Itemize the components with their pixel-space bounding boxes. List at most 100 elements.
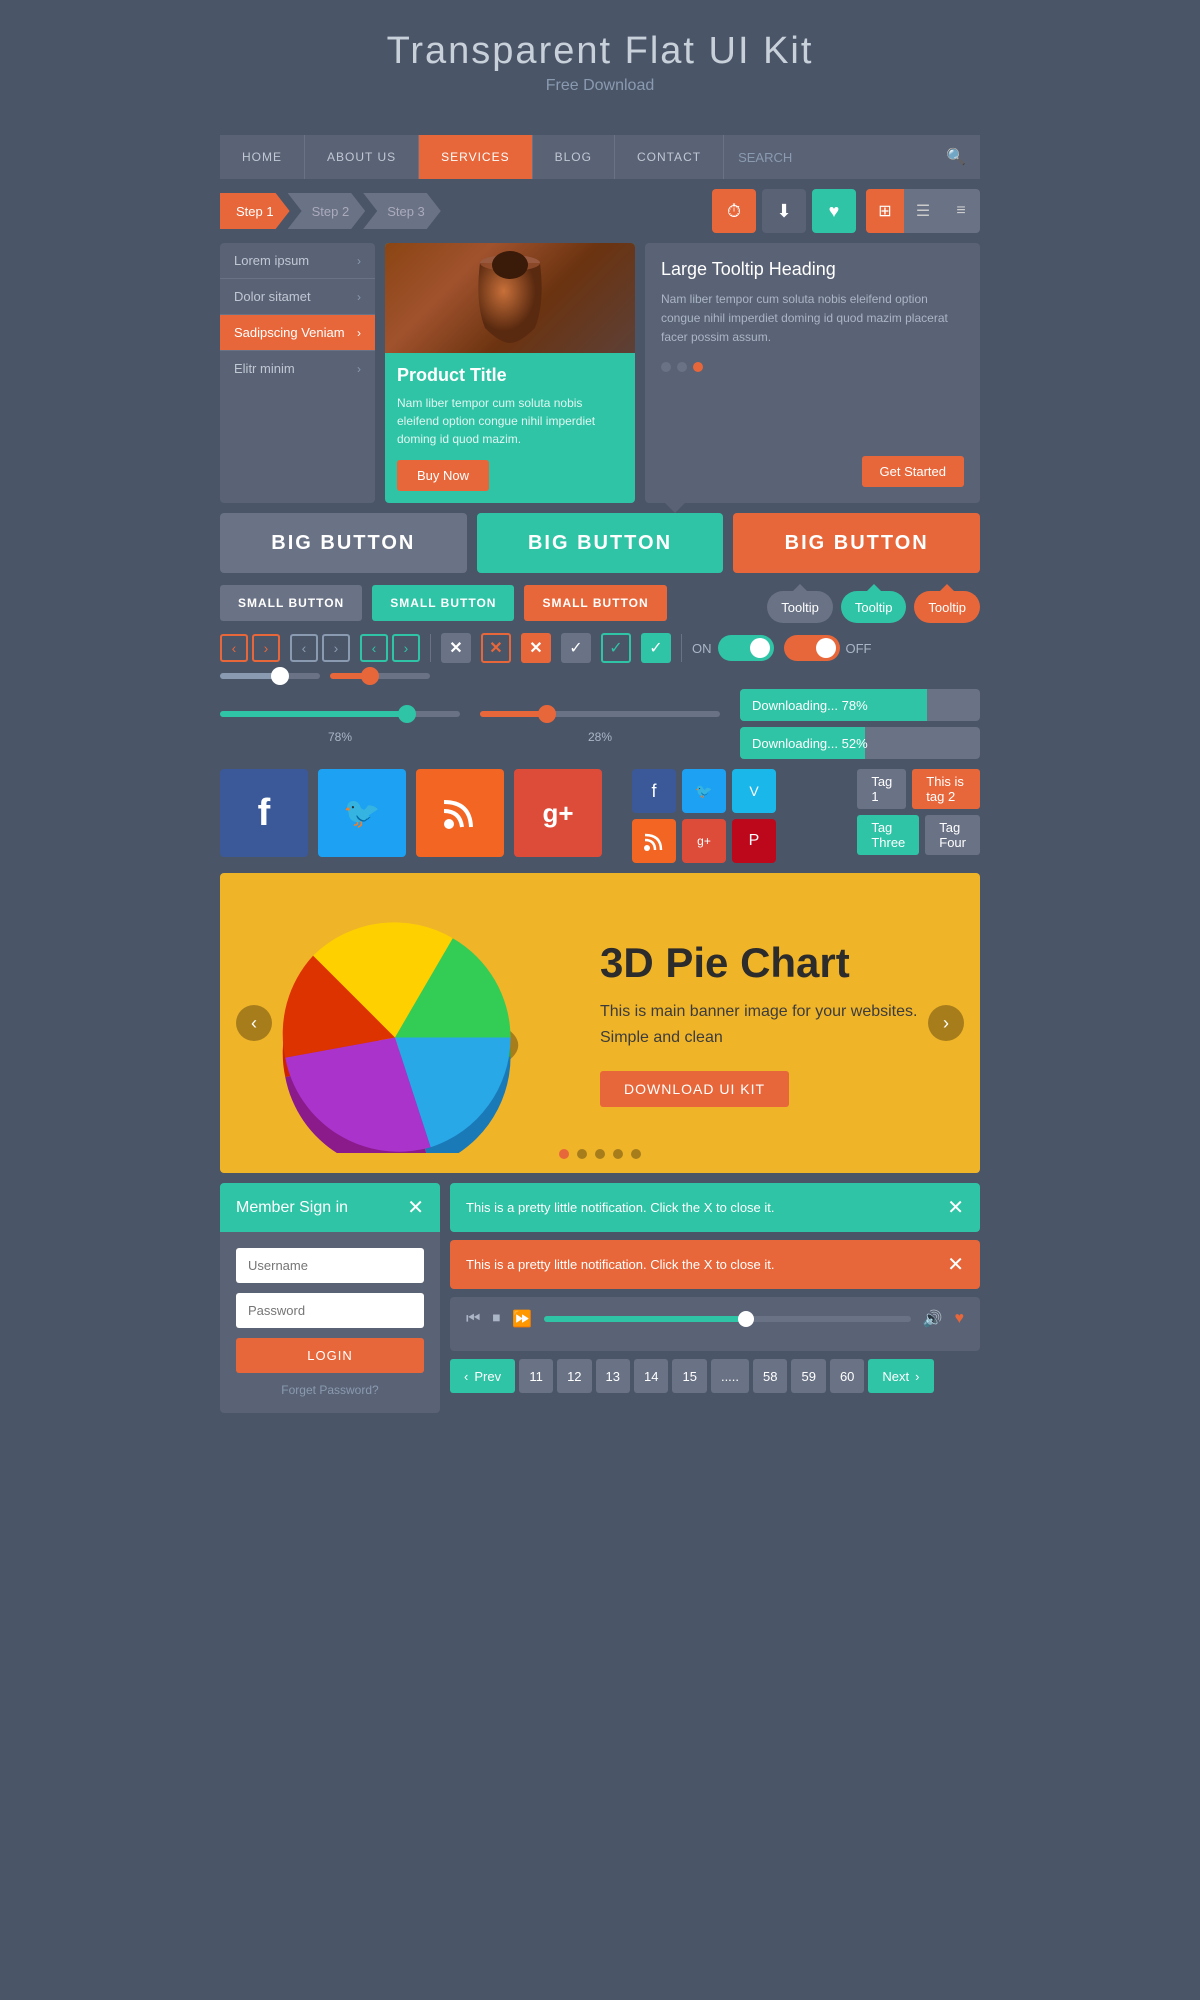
download-kit-button[interactable]: DOWNLOAD UI KIT: [600, 1071, 789, 1107]
nav-services[interactable]: SERVICES: [419, 135, 532, 179]
media-progress-bar[interactable]: [544, 1316, 910, 1322]
arrow-left-orange[interactable]: ‹: [220, 634, 248, 662]
tooltip-chip-teal[interactable]: Tooltip: [841, 591, 907, 623]
page-15[interactable]: 15: [672, 1359, 706, 1393]
nav-blog[interactable]: BLOG: [533, 135, 615, 179]
slider-orange-track[interactable]: [480, 711, 720, 717]
page-14[interactable]: 14: [634, 1359, 668, 1393]
small-button-teal[interactable]: SMALL BUTTON: [372, 585, 514, 621]
small-button-gray[interactable]: SMALL BUTTON: [220, 585, 362, 621]
orange-notification-close[interactable]: ✕: [947, 1252, 964, 1277]
page-59[interactable]: 59: [791, 1359, 825, 1393]
prev-btn[interactable]: ‹ Prev: [450, 1359, 515, 1393]
play-btn[interactable]: ⏩: [512, 1309, 532, 1329]
vimeo-small[interactable]: V: [732, 769, 776, 813]
rss-large[interactable]: [416, 769, 504, 857]
slider-orange-thumb[interactable]: [538, 705, 556, 723]
heart-icon-btn[interactable]: ♥: [812, 189, 856, 233]
arrow-left-teal[interactable]: ‹: [360, 634, 388, 662]
gplus-small[interactable]: g+: [682, 819, 726, 863]
banner-dot-4[interactable]: [613, 1149, 623, 1159]
tag-1[interactable]: Tag 1: [857, 769, 906, 809]
login-button[interactable]: LOGIN: [236, 1338, 424, 1373]
big-button-teal[interactable]: BIG BUTTON: [477, 513, 724, 573]
x-btn-gray[interactable]: ✕: [441, 633, 471, 663]
tooltip-chip-orange[interactable]: Tooltip: [914, 591, 980, 623]
toggle-on[interactable]: [718, 635, 774, 661]
big-button-gray[interactable]: BIG BUTTON: [220, 513, 467, 573]
list-view-btn[interactable]: ☰: [904, 189, 942, 233]
check-btn-teal-outline[interactable]: ✓: [601, 633, 631, 663]
password-input[interactable]: [236, 1293, 424, 1328]
teal-notification-close[interactable]: ✕: [947, 1195, 964, 1220]
tag-3[interactable]: Tag Three: [857, 815, 919, 855]
username-input[interactable]: [236, 1248, 424, 1283]
check-btn-gray[interactable]: ✓: [561, 633, 591, 663]
x-btn-orange[interactable]: ✕: [521, 633, 551, 663]
arrow-right-teal[interactable]: ›: [392, 634, 420, 662]
dropdown-item-3[interactable]: Elitr minim ›: [220, 351, 375, 386]
arrow-left-gray[interactable]: ‹: [290, 634, 318, 662]
search-icon[interactable]: 🔍: [946, 147, 966, 167]
facebook-small[interactable]: f: [632, 769, 676, 813]
nav-about[interactable]: ABOUT US: [305, 135, 419, 179]
slider-orange-wide[interactable]: [330, 673, 430, 679]
rss-small[interactable]: [632, 819, 676, 863]
nav-home[interactable]: HOME: [220, 135, 305, 179]
twitter-small[interactable]: 🐦: [682, 769, 726, 813]
step-2[interactable]: Step 2: [288, 193, 366, 229]
dropdown-item-0[interactable]: Lorem ipsum ›: [220, 243, 375, 279]
step-1[interactable]: Step 1: [220, 193, 290, 229]
step-3[interactable]: Step 3: [363, 193, 441, 229]
favorite-icon[interactable]: ♥: [955, 1310, 965, 1328]
dropdown-item-2[interactable]: Sadipscing Veniam ›: [220, 315, 375, 351]
x-btn-orange-outline[interactable]: ✕: [481, 633, 511, 663]
volume-icon[interactable]: 🔊: [923, 1309, 943, 1329]
stop-btn[interactable]: ⏹: [492, 1310, 500, 1328]
dot-3[interactable]: [693, 362, 703, 372]
page-11[interactable]: 11: [519, 1359, 553, 1393]
tag-2[interactable]: This is tag 2: [912, 769, 980, 809]
check-btn-teal[interactable]: ✓: [641, 633, 671, 663]
buy-now-button[interactable]: Buy Now: [397, 460, 489, 491]
page-13[interactable]: 13: [596, 1359, 630, 1393]
slider-teal-track[interactable]: [220, 711, 460, 717]
arrow-right-gray[interactable]: ›: [322, 634, 350, 662]
page-60[interactable]: 60: [830, 1359, 864, 1393]
tag-4[interactable]: Tag Four: [925, 815, 980, 855]
menu-view-btn[interactable]: ≡: [942, 189, 980, 233]
dot-1[interactable]: [661, 362, 671, 372]
big-button-orange[interactable]: BIG BUTTON: [733, 513, 980, 573]
facebook-large[interactable]: f: [220, 769, 308, 857]
search-input[interactable]: [738, 150, 946, 165]
rewind-btn[interactable]: ⏮: [466, 1310, 480, 1328]
get-started-button[interactable]: Get Started: [862, 456, 964, 487]
download-icon-btn[interactable]: ⬇: [762, 189, 806, 233]
banner-dot-5[interactable]: [631, 1149, 641, 1159]
big-buttons-row: BIG BUTTON BIG BUTTON BIG BUTTON: [220, 513, 980, 573]
page-58[interactable]: 58: [753, 1359, 787, 1393]
next-btn[interactable]: Next ›: [868, 1359, 933, 1393]
banner-next-btn[interactable]: ›: [928, 1005, 964, 1041]
slider-teal-thumb[interactable]: [398, 705, 416, 723]
gplus-large[interactable]: g+: [514, 769, 602, 857]
nav-contact[interactable]: CONTACT: [615, 135, 724, 179]
banner-prev-btn[interactable]: ‹: [236, 1005, 272, 1041]
banner-dot-2[interactable]: [577, 1149, 587, 1159]
small-button-orange[interactable]: SMALL BUTTON: [524, 585, 666, 621]
dropdown-item-1[interactable]: Dolor sitamet ›: [220, 279, 375, 315]
login-close-btn[interactable]: ✕: [407, 1195, 424, 1220]
tooltip-chip-gray[interactable]: Tooltip: [767, 591, 833, 623]
arrow-right-orange[interactable]: ›: [252, 634, 280, 662]
clock-icon-btn[interactable]: ⏱: [712, 189, 756, 233]
slider-gray[interactable]: [220, 673, 320, 679]
page-12[interactable]: 12: [557, 1359, 591, 1393]
forgot-password-link[interactable]: Forget Password?: [236, 1383, 424, 1397]
grid-view-btn[interactable]: ⊞: [866, 189, 904, 233]
pinterest-small[interactable]: P: [732, 819, 776, 863]
toggle-orange[interactable]: [784, 635, 840, 661]
dot-2[interactable]: [677, 362, 687, 372]
twitter-large[interactable]: 🐦: [318, 769, 406, 857]
banner-dot-1[interactable]: [559, 1149, 569, 1159]
banner-dot-3[interactable]: [595, 1149, 605, 1159]
